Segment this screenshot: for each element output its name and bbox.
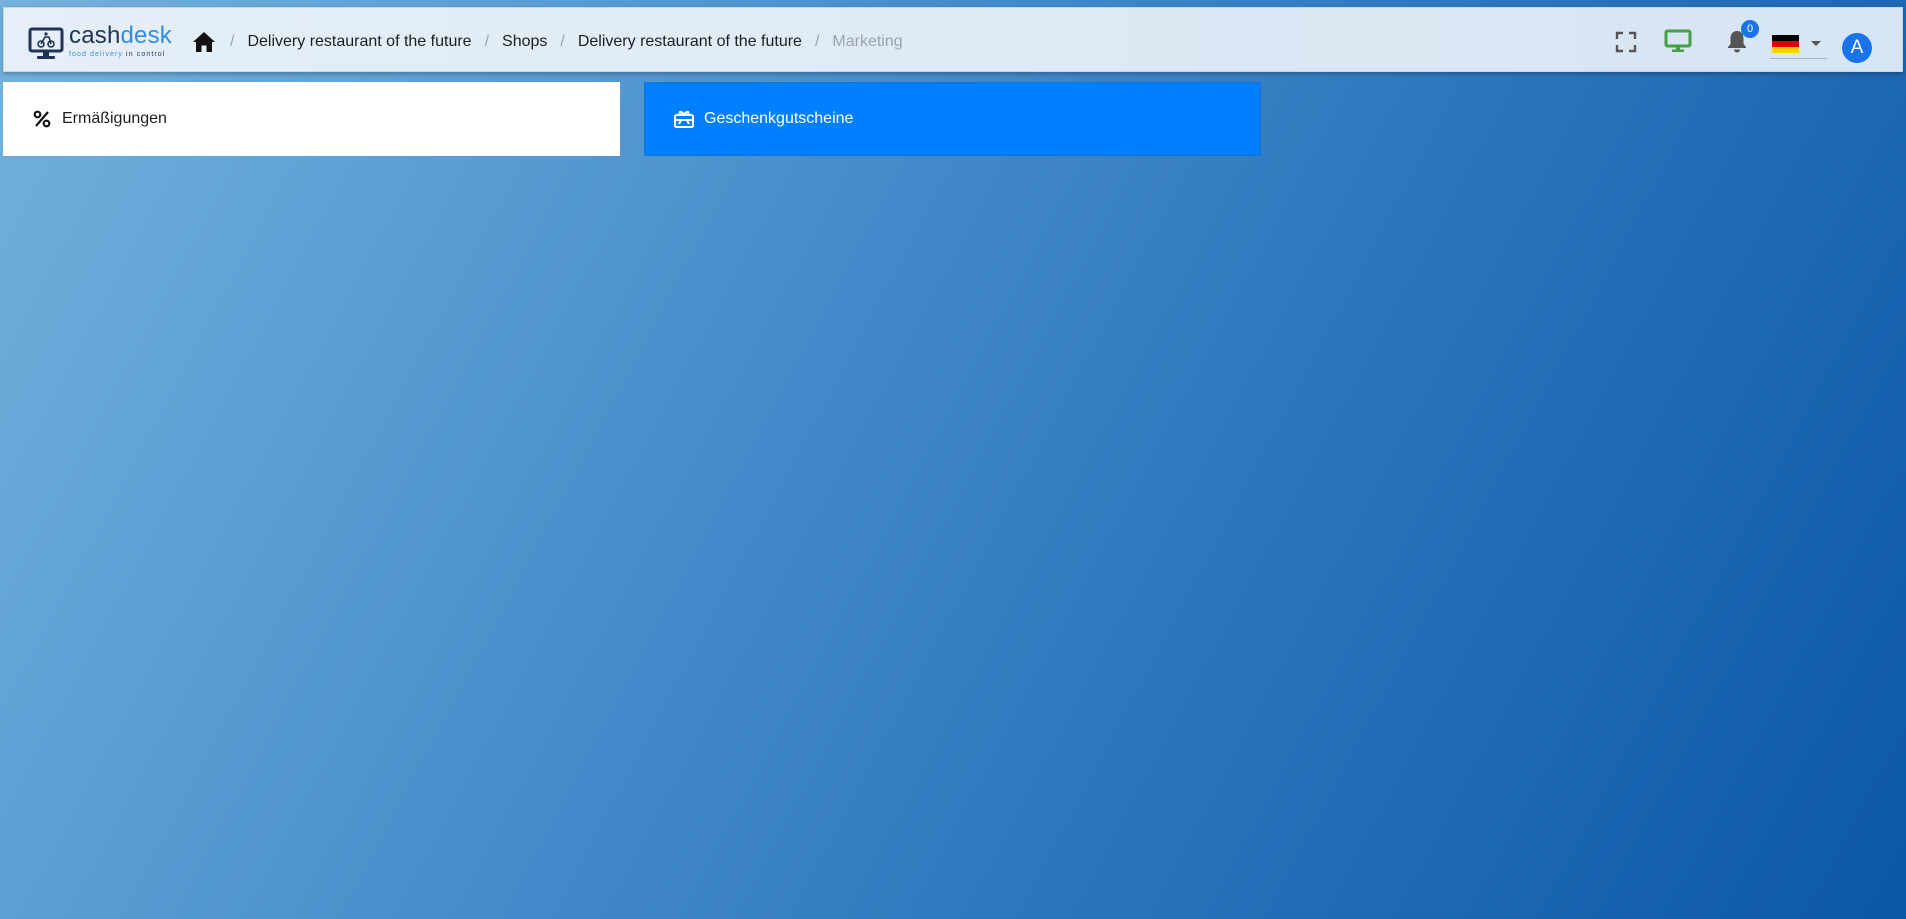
fullscreen-icon	[1615, 31, 1637, 53]
breadcrumb-item-shops[interactable]: Shops	[502, 33, 547, 51]
notifications-button[interactable]: 0	[1725, 20, 1759, 54]
breadcrumb-item-marketing: Marketing	[832, 33, 903, 50]
flag-de-icon	[1772, 34, 1799, 53]
breadcrumb-separator: /	[560, 33, 565, 50]
percent-icon	[30, 107, 54, 131]
breadcrumb-separator: /	[230, 33, 235, 50]
home-icon[interactable]	[191, 29, 217, 55]
brand-wordmark: cashdesk	[69, 22, 172, 49]
fullscreen-button[interactable]	[1613, 29, 1639, 55]
discounts-card-label: Ermäßigungen	[62, 110, 167, 127]
discounts-card[interactable]: Ermäßigungen	[3, 82, 620, 156]
brand-logo[interactable]: cashdesk food delivery in control	[28, 23, 180, 63]
monitor-icon	[1664, 29, 1692, 52]
gift-vouchers-card[interactable]: Geschenkgutscheine	[644, 82, 1261, 156]
notification-count-badge: 0	[1741, 20, 1759, 38]
user-avatar[interactable]: A	[1842, 33, 1872, 63]
breadcrumb: / Delivery restaurant of the future / Sh…	[191, 29, 903, 55]
chevron-down-icon	[1811, 41, 1821, 46]
top-bar: cashdesk food delivery in control / Deli…	[3, 7, 1903, 72]
breadcrumb-separator: /	[814, 33, 820, 50]
breadcrumb-item-shop[interactable]: Delivery restaurant of the future	[578, 33, 802, 51]
cashdesk-logo-icon	[28, 27, 64, 59]
display-button[interactable]	[1663, 27, 1693, 55]
language-select[interactable]	[1770, 29, 1827, 59]
brand-tagline: food delivery in control	[69, 51, 166, 58]
breadcrumb-separator: /	[484, 33, 490, 50]
breadcrumb-item-restaurant[interactable]: Delivery restaurant of the future	[247, 33, 471, 51]
gift-card-icon	[672, 107, 696, 131]
brand-text: cashdesk food delivery in control	[69, 24, 172, 59]
gift-vouchers-card-label: Geschenkgutscheine	[704, 110, 854, 127]
